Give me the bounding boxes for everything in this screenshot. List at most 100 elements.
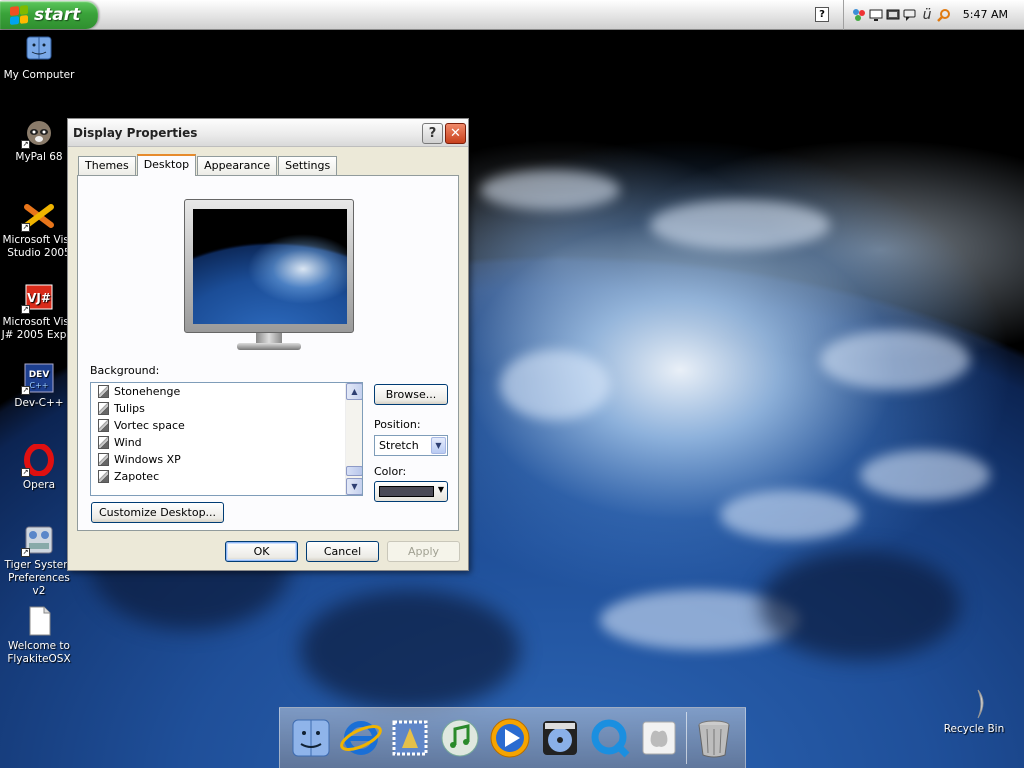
chevron-down-icon: ▼	[437, 485, 444, 494]
list-item-label: Windows XP	[114, 453, 181, 466]
position-select[interactable]: Stretch ▼	[374, 435, 448, 456]
internet-explorer-icon[interactable]	[338, 715, 384, 761]
list-item[interactable]: Tulips	[91, 400, 362, 417]
background-list[interactable]: Stonehenge Tulips Vortec space Wind Wind…	[90, 382, 363, 496]
start-button[interactable]: start	[0, 1, 98, 29]
image-file-icon	[98, 436, 109, 449]
desktop-icon-my-computer[interactable]: My Computer	[1, 34, 77, 82]
desktop-icon-label: MyPal 68	[15, 151, 63, 163]
dvd-player-icon[interactable]	[537, 715, 583, 761]
dialog-help-button[interactable]: ?	[422, 123, 443, 144]
quicktime-icon[interactable]	[587, 715, 633, 761]
image-file-icon	[98, 470, 109, 483]
clock[interactable]: 5:47 AM	[963, 8, 1008, 21]
browse-button[interactable]: Browse...	[374, 384, 448, 405]
desktop-icon-mypal[interactable]: ↗ MyPal 68	[1, 116, 77, 164]
system-tray: ü 5:47 AM	[843, 0, 1024, 30]
ok-button[interactable]: OK	[225, 541, 298, 562]
help-icon[interactable]: ?	[815, 7, 829, 22]
desktop-icon-vjsharp[interactable]: VJ# ↗ Microsoft Visu J# 2005 Exp...	[1, 281, 77, 342]
desktop-icon-tiger-prefs[interactable]: ↗ Tiger System Preferences v2	[1, 524, 77, 598]
recycle-bin-icon	[958, 688, 990, 720]
tab-settings[interactable]: Settings	[278, 156, 338, 176]
windows-flag-icon	[10, 5, 28, 25]
color-picker-button[interactable]: ▼	[374, 481, 448, 502]
dev-cpp-icon: DEV C++ ↗	[21, 362, 55, 395]
scrollbar-thumb[interactable]	[346, 466, 362, 476]
list-item[interactable]: Wind	[91, 434, 362, 451]
dock-separator	[686, 712, 688, 764]
dialog-title: Display Properties	[73, 126, 198, 140]
monitor-stand	[256, 333, 282, 343]
desktop-icon-visual-studio[interactable]: ↗ Microsoft Visu Studio 2005	[1, 199, 77, 260]
svg-text:C++: C++	[30, 381, 49, 390]
chevron-down-icon[interactable]: ▼	[431, 437, 446, 454]
mac-finder-icon	[23, 34, 55, 66]
image-file-icon	[98, 453, 109, 466]
monitor-base	[237, 343, 301, 350]
desktop-tab-panel: Background: Stonehenge Tulips Vortec spa…	[77, 175, 459, 531]
list-item[interactable]: Stonehenge	[91, 383, 362, 400]
chat-icon[interactable]	[903, 8, 917, 22]
dialog-titlebar[interactable]: Display Properties ? ✕	[68, 119, 468, 147]
tab-appearance[interactable]: Appearance	[197, 156, 278, 176]
shortcut-arrow-icon: ↗	[21, 468, 30, 477]
background-list-scrollbar[interactable]: ▲ ▼	[345, 383, 362, 495]
search-icon[interactable]	[937, 8, 951, 22]
dock	[279, 707, 746, 768]
taskbar: start ? ü 5:47 AM	[0, 0, 1024, 30]
dialog-close-button[interactable]: ✕	[445, 123, 466, 144]
monitor-icon[interactable]	[869, 8, 883, 22]
scroll-down-button[interactable]: ▼	[346, 478, 362, 495]
trash-icon[interactable]	[691, 715, 737, 761]
tab-themes[interactable]: Themes	[78, 156, 136, 176]
vj-icon: VJ# ↗	[21, 281, 55, 314]
desktop-icon-welcome[interactable]: Welcome to FlyakiteOSX	[1, 605, 77, 666]
network-icon[interactable]	[852, 8, 866, 22]
list-item[interactable]: Windows XP	[91, 451, 362, 468]
media-player-icon[interactable]	[487, 715, 533, 761]
document-icon	[23, 605, 55, 637]
finder-icon[interactable]	[288, 715, 334, 761]
desktop-icon-recycle-bin[interactable]: Recycle Bin	[936, 688, 1012, 736]
shortcut-arrow-icon: ↗	[21, 386, 30, 395]
cancel-button[interactable]: Cancel	[306, 541, 379, 562]
list-item[interactable]: Zapotec	[91, 468, 362, 485]
apply-button[interactable]: Apply	[387, 541, 460, 562]
svg-text:VJ#: VJ#	[27, 291, 51, 305]
raccoon-icon: ↗	[21, 116, 55, 149]
tab-strip: Themes Desktop Appearance Settings	[78, 154, 338, 176]
desktop-icon-devcpp[interactable]: DEV C++ ↗ Dev-C++	[1, 362, 77, 410]
mail-stamp-icon[interactable]	[387, 715, 433, 761]
list-item-label: Vortec space	[114, 419, 185, 432]
list-item-label: Wind	[114, 436, 142, 449]
desktop-icon-label: Microsoft Visu Studio 2005	[2, 234, 76, 259]
list-item-label: Zapotec	[114, 470, 160, 483]
color-label: Color:	[374, 465, 407, 478]
display-properties-dialog: Display Properties ? ✕ Themes Desktop Ap…	[67, 118, 469, 571]
desktop-icon-label: Tiger System Preferences v2	[4, 559, 74, 597]
desktop-icon-opera[interactable]: ↗ Opera	[1, 443, 77, 492]
apple-system-icon[interactable]	[636, 715, 682, 761]
image-file-icon	[98, 402, 109, 415]
color-swatch	[379, 486, 434, 497]
desktop-icon-label: Dev-C++	[14, 397, 64, 409]
display-icon[interactable]	[886, 8, 900, 22]
shortcut-arrow-icon: ↗	[21, 140, 30, 149]
list-item[interactable]: Vortec space	[91, 417, 362, 434]
umlaut-u-icon[interactable]: ü	[920, 8, 934, 22]
customize-desktop-button[interactable]: Customize Desktop...	[91, 502, 224, 523]
itunes-icon[interactable]	[437, 715, 483, 761]
opera-icon: ↗	[21, 443, 55, 477]
svg-text:DEV: DEV	[29, 370, 50, 380]
tab-desktop[interactable]: Desktop	[136, 154, 197, 176]
shortcut-arrow-icon: ↗	[21, 548, 30, 557]
background-label: Background:	[90, 364, 160, 377]
list-item-label: Stonehenge	[114, 385, 181, 398]
desktop-icon-label: My Computer	[3, 69, 75, 81]
shortcut-arrow-icon: ↗	[21, 223, 30, 232]
shortcut-arrow-icon: ↗	[21, 305, 30, 314]
monitor-preview	[184, 199, 354, 350]
position-label: Position:	[374, 418, 421, 431]
scroll-up-button[interactable]: ▲	[346, 383, 362, 400]
